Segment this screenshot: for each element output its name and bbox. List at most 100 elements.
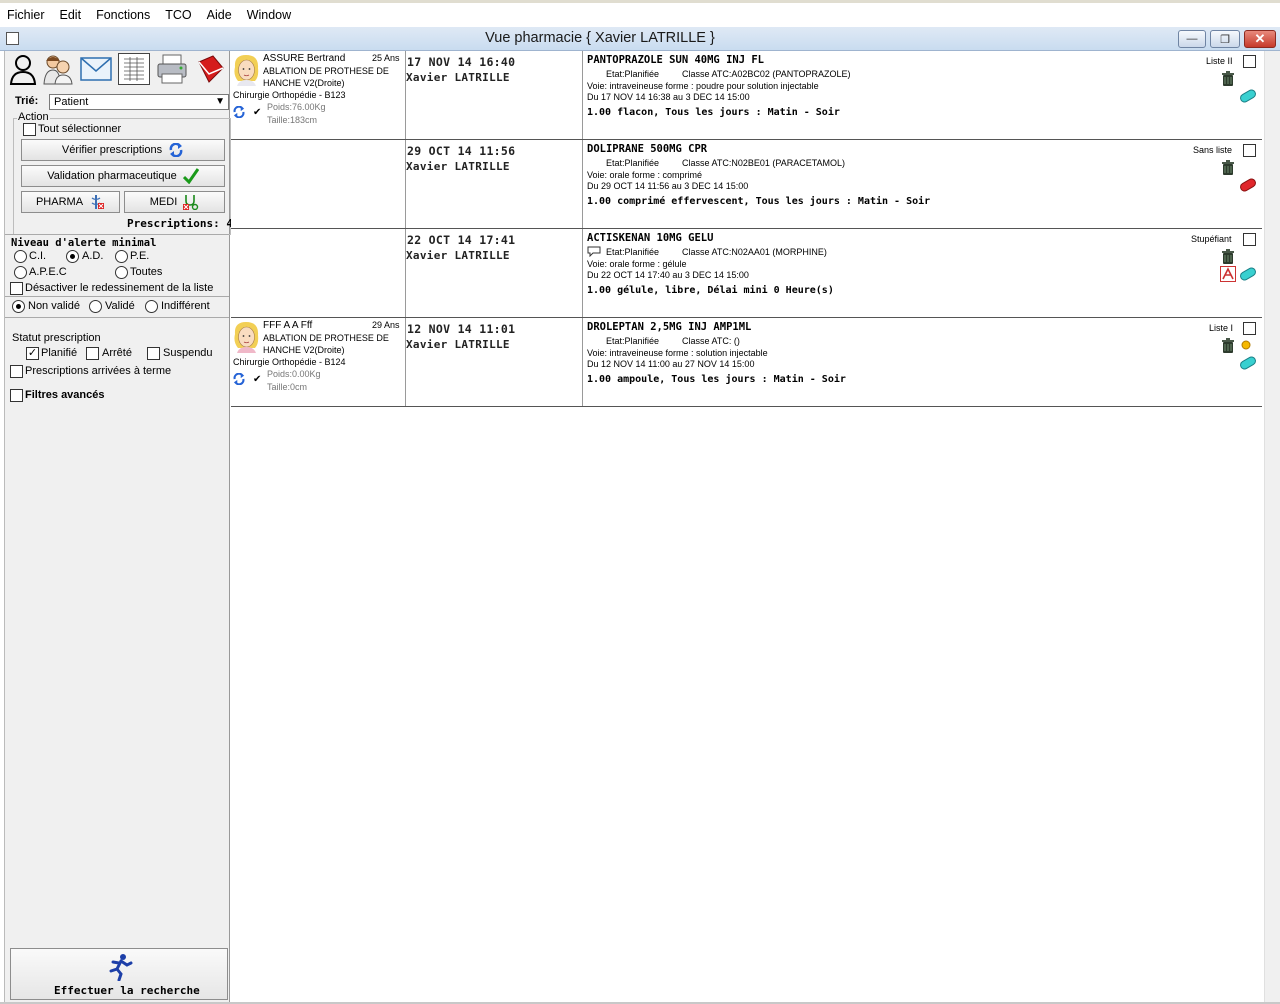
pill-icon[interactable] (1239, 89, 1257, 103)
menu-fonctions[interactable]: Fonctions (96, 8, 150, 22)
book-icon[interactable] (194, 53, 226, 85)
check-mark-icon: ✔ (253, 374, 262, 385)
disable-resize-checkbox[interactable] (10, 282, 23, 295)
pill-icon[interactable] (1239, 356, 1257, 370)
prescriber-name: Xavier LATRILLE (406, 249, 510, 262)
menu-fichier[interactable]: Fichier (7, 8, 45, 22)
suspendu-checkbox[interactable] (147, 347, 160, 360)
patient-weight: Poids:0.00Kg (267, 369, 321, 379)
arrived-term-checkbox[interactable] (10, 365, 23, 378)
running-man-icon (109, 954, 133, 981)
search-button-label: Effectuer la recherche (54, 984, 200, 997)
window-titlebar: Vue pharmacie { Xavier LATRILLE } — ❐ ✕ (0, 27, 1280, 51)
indifferent-radio[interactable] (145, 300, 158, 313)
trash-icon[interactable] (1221, 160, 1235, 176)
search-button[interactable]: Effectuer la recherche (10, 948, 228, 1000)
refresh-icon[interactable] (232, 373, 246, 385)
patient-avatar-icon (234, 55, 259, 86)
drug-atc: Classe ATC:N02AA01 (MORPHINE) (682, 247, 827, 257)
sort-select[interactable]: Patient ▼ (49, 94, 229, 110)
medi-button[interactable]: MEDI (124, 191, 225, 213)
prescriptions-count: Prescriptions: 4 (127, 217, 233, 230)
patient-name: ASSURE Bertrand (263, 53, 346, 64)
menu-aide[interactable]: Aide (207, 8, 232, 22)
drug-posology: 1.00 gélule, libre, Délai mini 0 Heure(s… (587, 285, 834, 296)
menu-window[interactable]: Window (247, 8, 291, 22)
close-button[interactable]: ✕ (1244, 30, 1276, 48)
verify-prescriptions-button[interactable]: Vérifier prescriptions (21, 139, 225, 161)
pill-icon[interactable] (1239, 178, 1257, 192)
alert-toutes-radio[interactable] (115, 266, 128, 279)
prescription-row[interactable]: 22 OCT 14 17:41 Xavier LATRILLE ACTISKEN… (231, 229, 1262, 318)
alert-ci-radio[interactable] (14, 250, 27, 263)
printer-icon[interactable] (156, 53, 188, 85)
person-silhouette-icon[interactable] (7, 53, 39, 85)
patient-weight: Poids:76.00Kg (267, 102, 326, 112)
prescription-row[interactable]: 29 OCT 14 11:56 Xavier LATRILLE DOLIPRAN… (231, 140, 1262, 229)
trash-icon[interactable] (1221, 249, 1235, 265)
drug-cell: DROLEPTAN 2,5MG INJ AMP1ML Etat:Planifié… (583, 318, 1262, 406)
alert-ad-radio[interactable] (66, 250, 79, 263)
chart-document-icon[interactable] (118, 53, 150, 85)
prescription-datetime: 29 OCT 14 11:56 (407, 144, 516, 158)
date-prescriber-cell: 17 NOV 14 16:40 Xavier LATRILLE (406, 51, 583, 139)
menu-tco[interactable]: TCO (165, 8, 191, 22)
suspendu-label: Suspendu (163, 347, 213, 359)
refresh-icon[interactable] (232, 106, 246, 118)
trash-icon[interactable] (1221, 71, 1235, 87)
menu-edit[interactable]: Edit (60, 8, 82, 22)
pharma-label: PHARMA (35, 196, 84, 208)
pharma-button[interactable]: PHARMA (21, 191, 120, 213)
valide-radio[interactable] (89, 300, 102, 313)
action-group-label: Action (17, 111, 50, 123)
drug-state: Etat:Planifiée (606, 247, 660, 257)
green-checkmark-icon (182, 168, 199, 184)
vertical-scrollbar[interactable] (1264, 51, 1280, 1002)
stethoscope-icon (183, 195, 199, 210)
non-valide-radio[interactable] (12, 300, 25, 313)
comment-bubble-icon[interactable] (587, 246, 601, 257)
prescription-row[interactable]: ASSURE Bertrand 25 Ans ABLATION DE PROTH… (231, 51, 1262, 140)
select-all-checkbox[interactable] (23, 123, 36, 136)
prescription-row[interactable]: FFF A A Fff 29 Ans ABLATION DE PROTHESE … (231, 318, 1262, 407)
drug-list-label: Liste I (1209, 323, 1234, 333)
drug-atc: Classe ATC:A02BC02 (PANTOPRAZOLE) (682, 69, 851, 79)
drug-cell: PANTOPRAZOLE SUN 40MG INJ FL Etat:Planif… (583, 51, 1262, 139)
mail-icon[interactable] (80, 53, 112, 85)
patient-group-icon[interactable] (42, 53, 74, 85)
drug-name: DOLIPRANE 500MG CPR (587, 143, 708, 155)
narcotic-warning-icon[interactable] (1220, 266, 1236, 282)
drug-list-label: Liste II (1206, 56, 1233, 66)
prescription-datetime: 17 NOV 14 16:40 (407, 55, 516, 69)
alert-pe-radio[interactable] (115, 250, 128, 263)
drug-posology: 1.00 flacon, Tous les jours : Matin - So… (587, 107, 840, 118)
drug-route: Voie: orale forme : comprimé (587, 170, 703, 180)
patient-height: Taille:0cm (267, 382, 308, 392)
drug-list-label: Sans liste (1193, 145, 1233, 155)
pharmaceutical-validation-button[interactable]: Validation pharmaceutique (21, 165, 225, 187)
row-select-checkbox[interactable] (1243, 144, 1256, 157)
minimize-button[interactable]: — (1178, 30, 1206, 48)
medi-label: MEDI (149, 196, 178, 208)
prescriber-name: Xavier LATRILLE (406, 338, 510, 351)
alert-pe-label: P.E. (130, 250, 150, 262)
advanced-filters-checkbox[interactable] (10, 389, 23, 402)
planifie-checkbox[interactable]: ✓ (26, 347, 39, 360)
pill-icon[interactable] (1239, 267, 1257, 281)
restore-button[interactable]: ❐ (1210, 30, 1240, 48)
row-select-checkbox[interactable] (1243, 55, 1256, 68)
planifie-label: Planifié (41, 347, 78, 359)
drug-name: DROLEPTAN 2,5MG INJ AMP1ML (587, 321, 752, 333)
status-label: Statut prescription (12, 332, 101, 344)
prescription-list: ASSURE Bertrand 25 Ans ABLATION DE PROTH… (231, 51, 1280, 1002)
arrived-term-label: Prescriptions arrivées à terme (25, 365, 172, 377)
trash-icon[interactable] (1221, 338, 1235, 354)
arrete-checkbox[interactable] (86, 347, 99, 360)
date-prescriber-cell: 29 OCT 14 11:56 Xavier LATRILLE (406, 140, 583, 228)
alert-apec-radio[interactable] (14, 266, 27, 279)
row-select-checkbox[interactable] (1243, 233, 1256, 246)
alert-ad-label: A.D. (82, 250, 104, 262)
drug-name: ACTISKENAN 10MG GELU (587, 232, 714, 244)
toolbar (5, 51, 231, 89)
row-select-checkbox[interactable] (1243, 322, 1256, 335)
